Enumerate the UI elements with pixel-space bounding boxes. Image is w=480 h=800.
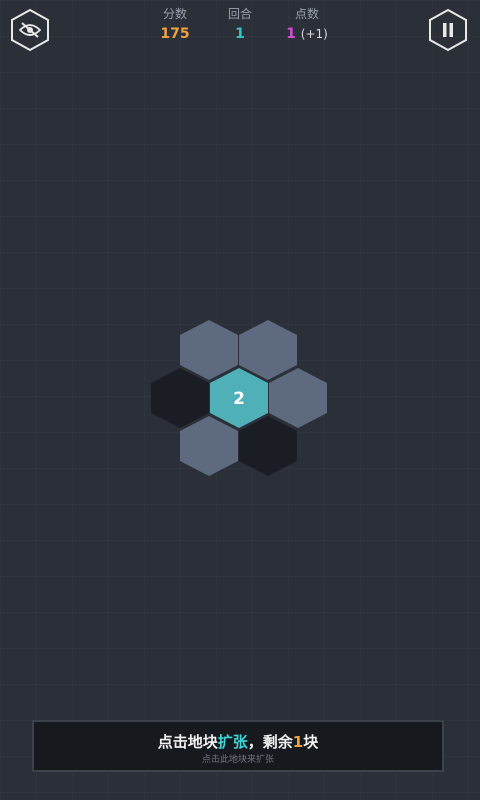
hex-tile-top-right[interactable] [239,320,297,380]
instruction-part1: 点击地块 [157,733,218,751]
hex-tile-middle-right[interactable] [269,368,327,428]
instruction-highlight-count: 1 [292,733,304,751]
hex-board: 2 [151,320,327,476]
hex-tile-top-left[interactable] [180,320,238,380]
hex-tile-bottom-right[interactable] [239,416,297,476]
center-tile-value: 2 [233,389,245,409]
hex-tile-middle-left[interactable] [151,368,209,428]
instruction-text: 点击地块扩张，剩余1块 [34,732,442,752]
instruction-banner: 点击地块扩张，剩余1块 点击此地块来扩张 [32,720,444,772]
instruction-hint: 点击此地块来扩张 [201,755,274,765]
instruction-part3: 块 [303,733,319,751]
hex-tile-bottom-left[interactable] [180,416,238,476]
instruction-part2: ，剩余 [247,733,293,751]
instruction-highlight-expand: 扩张 [217,733,248,751]
